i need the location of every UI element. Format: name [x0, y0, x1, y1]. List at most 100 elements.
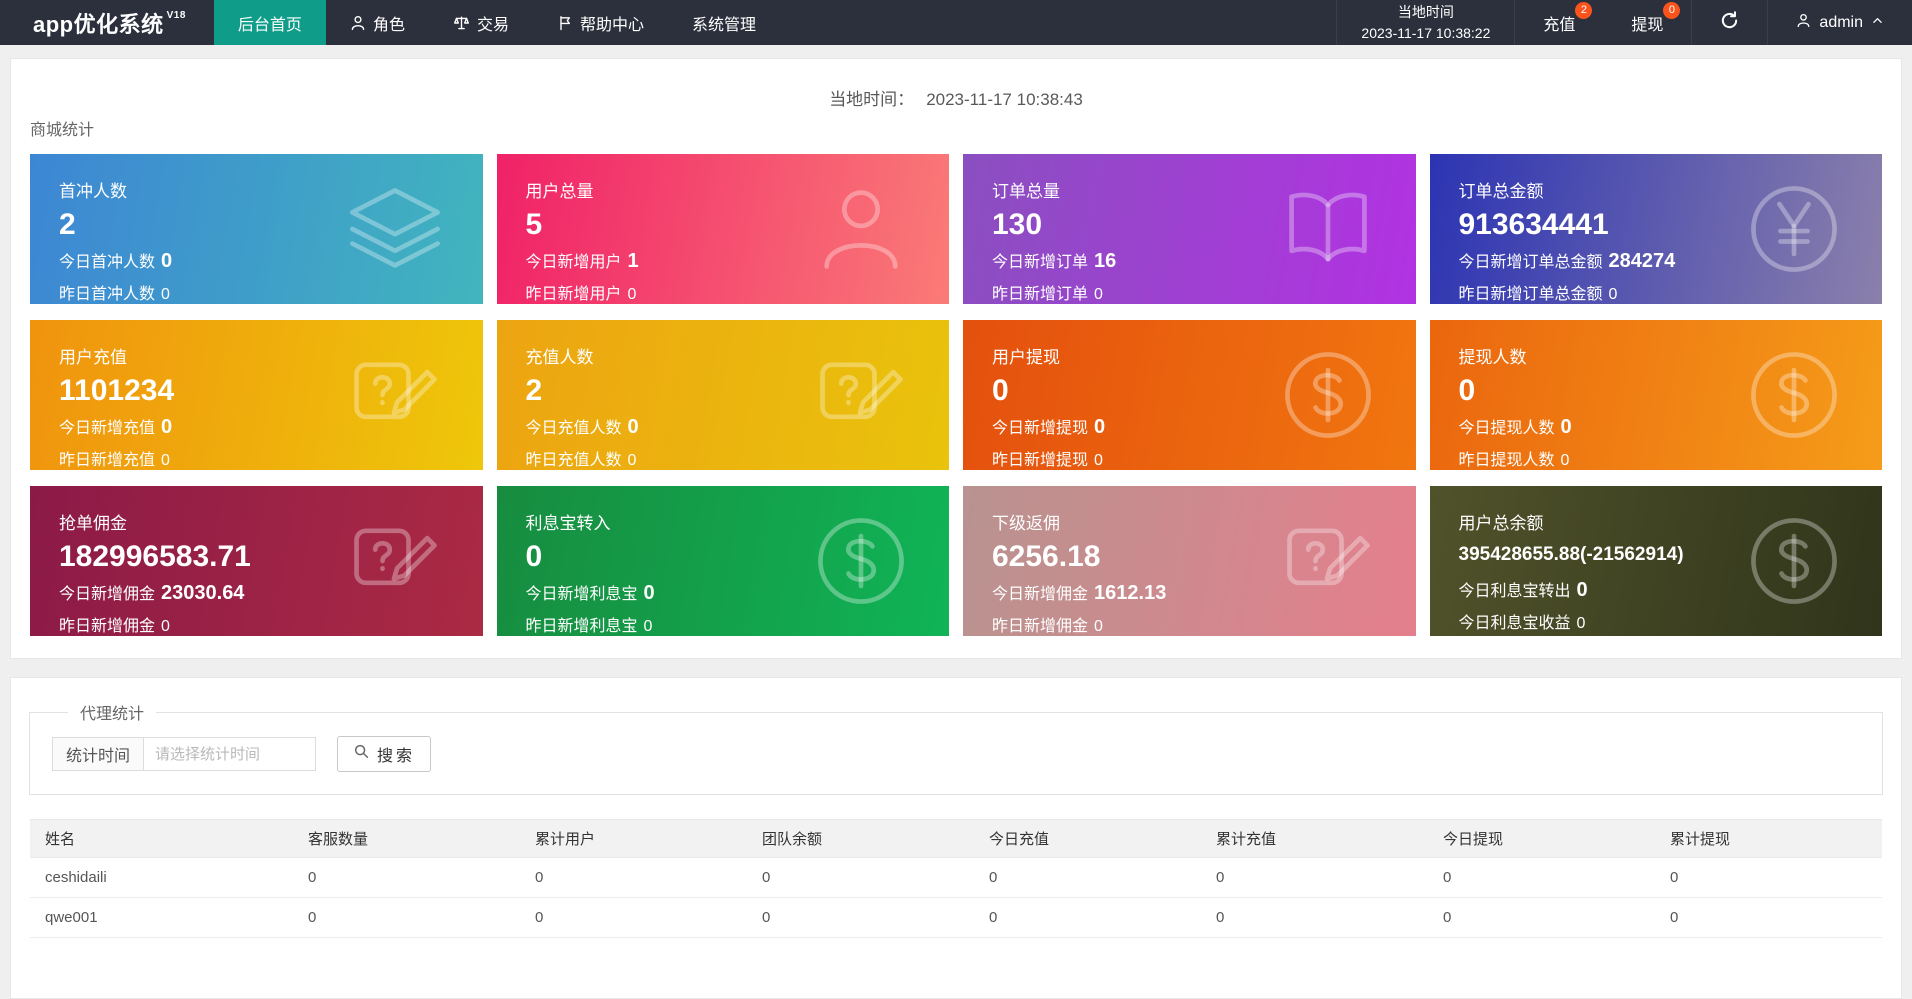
card-line-value: 0 — [161, 250, 173, 272]
card-value: 0 — [525, 540, 543, 573]
stat-card-total-orders: 订单总量 130 今日新增订单 16 昨日新增订单 0 — [963, 154, 1416, 304]
card-title: 用户充值 — [59, 348, 127, 367]
card-line-value: 0 — [161, 452, 170, 469]
card-line-value: 0 — [627, 286, 637, 303]
withdraw-badge: 0 — [1663, 2, 1681, 19]
stat-card-grab-commission: 抢单佣金 182996583.71 今日新增佣金 23030.64 昨日新增佣金 0 — [30, 486, 483, 636]
card-line-label: 今日充值人数 — [525, 420, 622, 437]
card-title: 利息宝转入 — [525, 514, 611, 533]
card-line-value: 0 — [1608, 286, 1618, 303]
card-line-value: 1 — [627, 250, 639, 272]
menu-item-dashboard[interactable]: 后台首页 — [213, 0, 326, 45]
refresh-button[interactable] — [1691, 0, 1767, 45]
table-row: qwe001 0 0 0 0 0 0 0 — [30, 897, 1882, 938]
menu-item-roles[interactable]: 角色 — [326, 0, 429, 45]
card-line-value: 0 — [643, 582, 655, 604]
col-today-recharge: 今日充值 — [974, 819, 1201, 858]
search-button[interactable]: 搜索 — [337, 736, 432, 772]
col-name: 姓名 — [30, 819, 293, 858]
agent-table: 姓名 客服数量 累计用户 团队余额 今日充值 累计充值 今日提现 累计提现 ce… — [30, 819, 1882, 938]
card-title: 充值人数 — [525, 348, 594, 367]
chevron-up-icon — [1871, 14, 1884, 32]
card-line-value: 16 — [1094, 250, 1117, 272]
menu-label: 角色 — [372, 16, 405, 34]
stat-card-user-recharge: 用户充值 1101234 今日新增充值 0 昨日新增充值 0 — [30, 320, 483, 470]
cell-value: 0 — [747, 857, 974, 898]
card-line-label: 今日提现人数 — [1458, 420, 1555, 437]
app-logo: app优化系统 V18 — [0, 0, 214, 45]
cell-value: 0 — [1655, 897, 1882, 938]
agent-stats-panel: 代理统计 统计时间 搜索 姓名 客服数量 累计用户 团队余额 今日充值 累计充值… — [10, 677, 1902, 999]
agent-search-row: 统计时间 搜索 — [52, 736, 1882, 772]
card-line-label: 今日新增利息宝 — [525, 586, 638, 603]
stat-card-recharge-users: 充值人数 2 今日充值人数 0 昨日充值人数 0 — [496, 320, 949, 470]
card-line-label: 今日新增订单 — [992, 254, 1089, 271]
card-line-label: 昨日新增充值 — [59, 452, 156, 469]
cell-value: 0 — [974, 857, 1201, 898]
recharge-button[interactable]: 充值 2 — [1515, 0, 1603, 45]
card-title: 用户提现 — [992, 348, 1060, 367]
username: admin — [1819, 13, 1863, 31]
cell-value: 0 — [1655, 857, 1882, 898]
search-button-label: 搜索 — [377, 748, 416, 765]
card-line-label: 昨日新增佣金 — [992, 618, 1089, 635]
app-version: V18 — [166, 10, 186, 21]
stat-time-input[interactable] — [144, 737, 317, 771]
stat-card-interest-transfer-in: 利息宝转入 0 今日新增利息宝 0 昨日新增利息宝 0 — [496, 486, 949, 636]
card-line-label: 今日新增佣金 — [59, 586, 156, 603]
menu-item-trade[interactable]: 交易 — [429, 0, 533, 45]
col-team-balance: 团队余额 — [747, 819, 974, 858]
card-line-label: 昨日新增提现 — [992, 452, 1089, 469]
card-value: 0 — [1458, 374, 1476, 407]
card-title: 首冲人数 — [59, 182, 127, 201]
card-value: 130 — [992, 208, 1043, 241]
stat-card-withdraw-users: 提现人数 0 今日提现人数 0 昨日提现人数 0 — [1429, 320, 1882, 470]
card-line-value: 0 — [161, 618, 170, 635]
stat-card-user-total-balance: 用户总余额 395428655.88(-21562914) 今日利息宝转出 0 今… — [1429, 486, 1882, 636]
card-line-value: 0 — [1094, 618, 1103, 635]
user-icon — [1796, 13, 1811, 33]
menu-item-help-center[interactable]: 帮助中心 — [533, 0, 668, 45]
card-line-label: 今日新增用户 — [525, 254, 622, 271]
recharge-label: 充值 — [1543, 16, 1576, 34]
card-line-value: 0 — [1560, 452, 1570, 469]
card-line-value: 0 — [1560, 416, 1572, 438]
menu-item-system[interactable]: 系统管理 — [668, 0, 780, 45]
card-line-label: 今日利息宝收益 — [1458, 614, 1571, 632]
cell-value: 0 — [520, 897, 747, 938]
card-line-value: 0 — [1576, 614, 1586, 632]
cell-value: 0 — [1201, 857, 1428, 898]
card-line-label: 昨日提现人数 — [1458, 452, 1555, 469]
card-line-label: 昨日新增用户 — [525, 286, 622, 303]
card-line-label: 昨日新增佣金 — [59, 618, 156, 635]
stat-time-label: 统计时间 — [52, 737, 145, 771]
card-title: 抢单佣金 — [59, 514, 127, 533]
flag-icon — [557, 15, 573, 31]
page-local-time: 当地时间： 2023-11-17 10:38:43 — [11, 59, 1901, 110]
cell-name: ceshidaili — [30, 857, 293, 898]
local-time-value: 2023-11-17 10:38:22 — [1361, 24, 1491, 41]
cell-value: 0 — [1201, 897, 1428, 938]
card-line-value: 23030.64 — [161, 582, 245, 604]
navbar-local-time: 当地时间 2023-11-17 10:38:22 — [1336, 0, 1516, 45]
table-row: ceshidaili 0 0 0 0 0 0 0 — [30, 857, 1882, 898]
user-menu[interactable]: admin — [1767, 0, 1912, 45]
agent-filter-fieldset: 代理统计 统计时间 搜索 — [29, 700, 1883, 795]
withdraw-button[interactable]: 提现 0 — [1603, 0, 1691, 45]
card-line-label: 昨日首冲人数 — [59, 286, 156, 303]
card-line-value: 0 — [1094, 416, 1106, 438]
card-title: 用户总余额 — [1458, 514, 1544, 533]
menu-label: 后台首页 — [237, 16, 302, 34]
card-title: 提现人数 — [1458, 348, 1527, 367]
stat-card-total-users: 用户总量 5 今日新增用户 1 昨日新增用户 0 — [496, 154, 949, 304]
card-value: 2 — [525, 374, 543, 407]
mall-stats-panel: 当地时间： 2023-11-17 10:38:43 商城统计 首冲人数 2 今日首… — [10, 58, 1902, 659]
card-value: 0 — [992, 374, 1009, 407]
main-menu: 后台首页 角色 交易 帮助中心 系统管理 — [213, 0, 780, 45]
card-title: 下级返佣 — [992, 514, 1060, 533]
menu-label: 帮助中心 — [579, 16, 644, 34]
cell-name: qwe001 — [30, 897, 293, 938]
card-line-value: 0 — [161, 416, 173, 438]
local-time-label: 当地时间 — [1397, 3, 1454, 20]
card-line-value: 0 — [161, 286, 170, 303]
